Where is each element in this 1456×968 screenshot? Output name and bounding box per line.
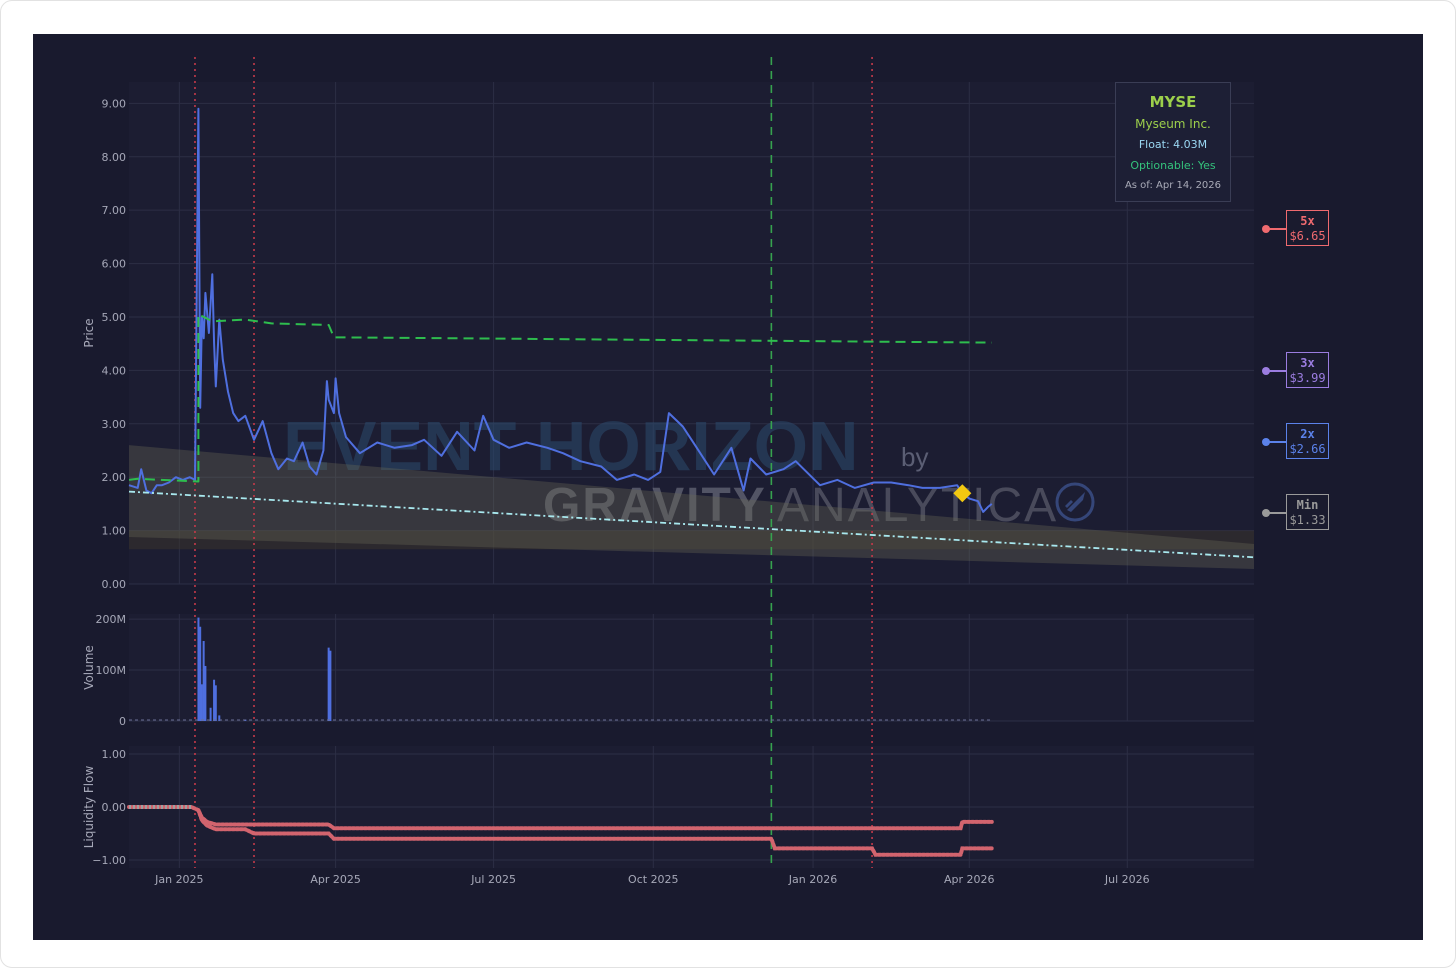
- target-price: $2.66: [1289, 441, 1326, 456]
- volume-bar: [209, 707, 212, 721]
- volume-bar: [204, 665, 207, 721]
- price-tick-label: 3.00: [102, 418, 127, 431]
- x-tick-label: Jul 2026: [1104, 873, 1150, 886]
- price-tick-label: 1.00: [102, 525, 127, 538]
- liquidity-tick-label: 1.00: [102, 748, 127, 761]
- volume-bar: [197, 617, 200, 721]
- price-target-min: Min $1.33: [1286, 493, 1329, 530]
- volume-bar: [199, 626, 202, 721]
- volume-bar: [214, 685, 217, 721]
- target-multiple: Min: [1296, 497, 1319, 512]
- volume-bar: [200, 684, 203, 721]
- target-price: $3.99: [1289, 370, 1326, 385]
- volume-tick-label: 0: [119, 715, 126, 728]
- price-target-5x: 5x $6.65: [1286, 209, 1329, 246]
- vol-panel-bg: [129, 614, 1254, 721]
- target-multiple: 5x: [1300, 213, 1315, 228]
- price-tick-label: 9.00: [102, 97, 127, 110]
- target-connector: [1266, 440, 1286, 443]
- liquidity-tick-label: 0.00: [102, 801, 127, 814]
- target-price: $1.33: [1289, 512, 1326, 527]
- x-tick-label: Oct 2025: [628, 873, 679, 886]
- company-name: Myseum Inc.: [1135, 117, 1211, 131]
- optionable-status: Optionable: Yes: [1130, 159, 1216, 172]
- target-multiple: 3x: [1300, 355, 1315, 370]
- target-connector: [1266, 369, 1286, 372]
- target-connector: [1266, 511, 1286, 514]
- x-tick-label: Jan 2026: [788, 873, 837, 886]
- volume-axis-title: Volume: [82, 645, 96, 690]
- x-tick-label: Apr 2025: [310, 873, 361, 886]
- price-tick-label: 7.00: [102, 204, 127, 217]
- screenshot-frame: EVENT HORIZON by GRAVITY ANALYTICA 0.00 1…: [0, 0, 1456, 968]
- volume-tick-label: 200M: [96, 613, 127, 626]
- target-price: $6.65: [1289, 228, 1326, 243]
- price-tick-label: 2.00: [102, 471, 127, 484]
- watermark-by: by: [901, 442, 928, 472]
- x-tick-label: Jan 2025: [154, 873, 203, 886]
- x-tick-label: Apr 2026: [944, 873, 995, 886]
- float-value: Float: 4.03M: [1138, 138, 1208, 151]
- price-target-2x: 2x $2.66: [1286, 422, 1329, 459]
- volume-tick-label: 100M: [96, 664, 127, 677]
- chart-panel: EVENT HORIZON by GRAVITY ANALYTICA 0.00 1…: [33, 34, 1423, 940]
- ticker-info-box: MYSE Myseum Inc. Float: 4.03M Optionable…: [1115, 82, 1231, 202]
- volume-bar: [327, 647, 330, 721]
- price-tick-label: 0.00: [102, 578, 127, 591]
- price-target-3x: 3x $3.99: [1286, 351, 1329, 388]
- liquidity-tick-label: −1.00: [92, 854, 126, 867]
- price-tick-label: 4.00: [102, 364, 127, 377]
- price-tick-label: 5.00: [102, 311, 127, 324]
- liquidity-axis-title: Liquidity Flow: [82, 766, 96, 849]
- as-of-date: As of: Apr 14, 2026: [1124, 180, 1222, 191]
- price-axis-title: Price: [82, 318, 96, 347]
- price-tick-label: 8.00: [102, 151, 127, 164]
- volume-bar: [213, 679, 216, 721]
- volume-bar: [329, 650, 332, 721]
- ticker-symbol: MYSE: [1149, 93, 1197, 111]
- price-tick-label: 6.00: [102, 258, 127, 271]
- x-tick-label: Jul 2025: [470, 873, 516, 886]
- target-multiple: 2x: [1300, 426, 1315, 441]
- target-connector: [1266, 227, 1286, 230]
- volume-bar: [202, 641, 205, 721]
